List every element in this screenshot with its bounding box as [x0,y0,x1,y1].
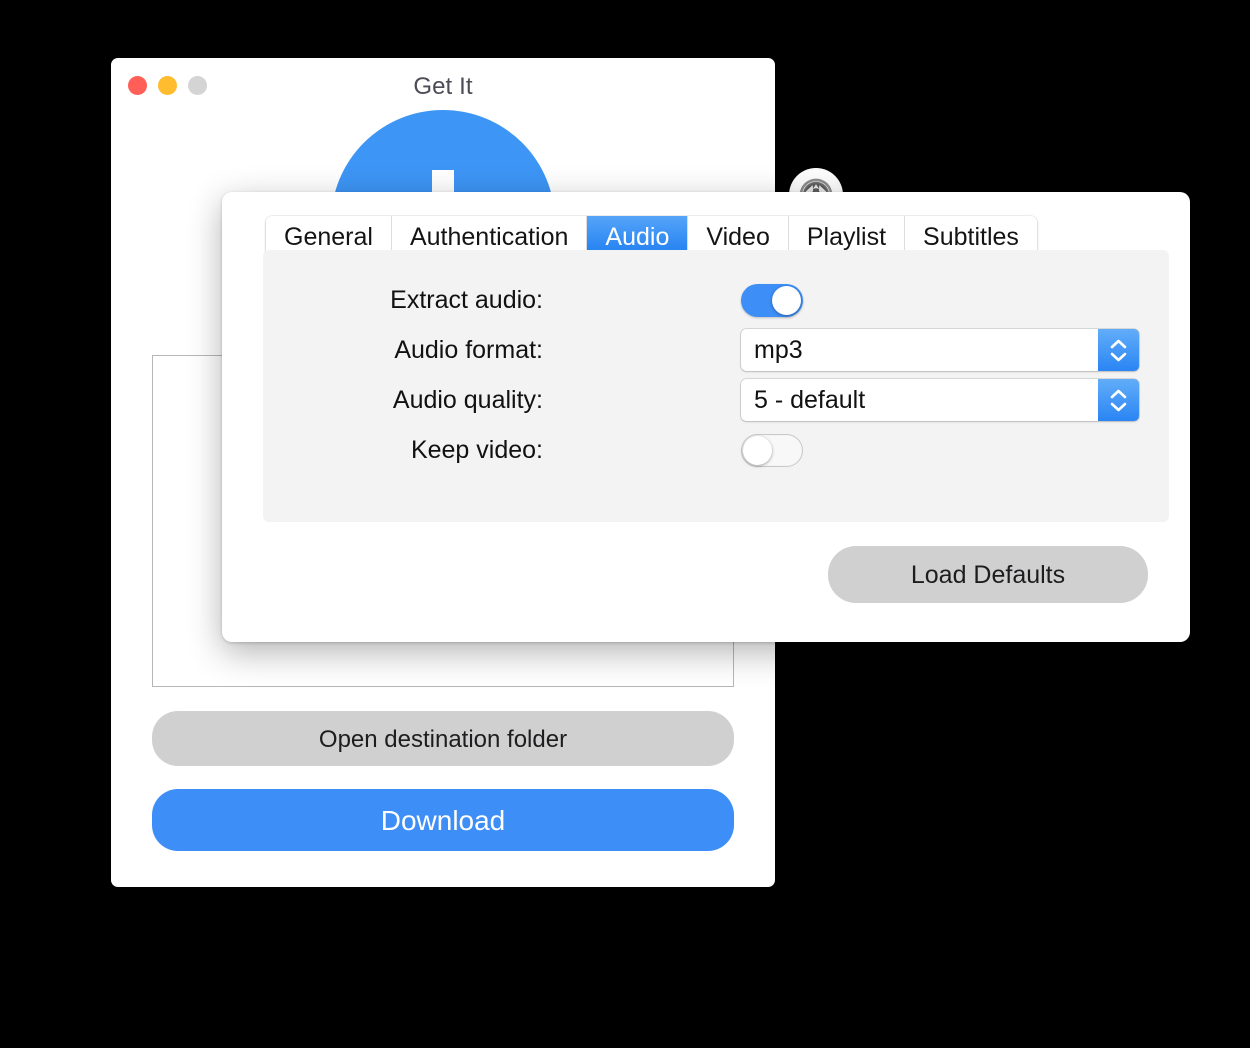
audio-quality-stepper-buttons[interactable] [1098,379,1139,421]
field-extract-audio: Extract audio: [263,275,1169,325]
audio-format-stepper-buttons[interactable] [1098,329,1139,371]
page-title: Get It [413,73,473,100]
settings-popover: General Authentication Audio Video Playl… [222,192,1190,642]
toggle-knob-icon [772,286,801,315]
toggle-knob-icon [743,436,772,465]
keep-video-control [741,425,803,475]
audio-format-control: mp3 [741,325,1139,375]
audio-quality-stepper-field[interactable]: 5 - default [741,379,1139,421]
audio-quality-value: 5 - default [754,385,866,414]
keep-video-toggle[interactable] [741,434,803,467]
extract-audio-control [741,275,803,325]
screen: Get It Open destination folder Download [0,0,1250,1048]
audio-settings-panel: Extract audio: Audio format: mp3 Audio q… [263,250,1169,522]
chevron-down-icon[interactable] [1110,352,1127,362]
audio-quality-control: 5 - default [741,375,1139,425]
audio-format-stepper-field[interactable]: mp3 [741,329,1139,371]
keep-video-label: Keep video: [410,436,543,464]
audio-format-label: Audio format: [394,336,543,364]
chevron-up-icon[interactable] [1110,339,1127,349]
extract-audio-toggle[interactable] [741,284,803,317]
download-button[interactable]: Download [152,789,734,851]
open-destination-folder-button[interactable]: Open destination folder [152,711,734,766]
load-defaults-button[interactable]: Load Defaults [828,546,1148,603]
field-audio-format: Audio format: mp3 [263,325,1169,375]
titlebar: Get It [111,58,775,114]
extract-audio-label: Extract audio: [390,286,543,314]
chevron-down-icon[interactable] [1110,402,1127,412]
field-audio-quality: Audio quality: 5 - default [263,375,1169,425]
audio-format-value: mp3 [754,335,803,364]
audio-quality-label: Audio quality: [392,386,543,414]
chevron-up-icon[interactable] [1110,389,1127,399]
field-keep-video: Keep video: [263,425,1169,475]
